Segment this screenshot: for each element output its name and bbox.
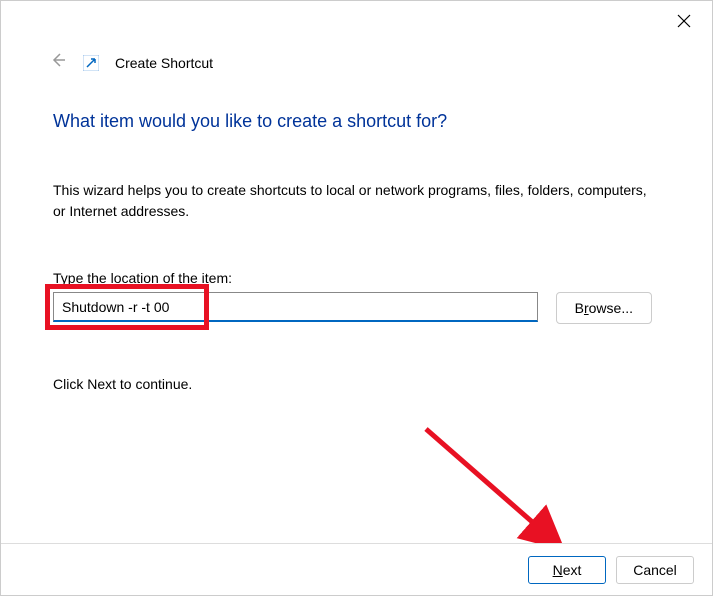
location-input[interactable] xyxy=(53,292,538,322)
wizard-description: This wizard helps you to create shortcut… xyxy=(53,180,652,222)
annotation-arrow xyxy=(416,419,576,559)
wizard-footer: Next Cancel xyxy=(1,543,712,595)
next-button[interactable]: Next xyxy=(528,556,606,584)
continue-instruction: Click Next to continue. xyxy=(53,376,652,392)
shortcut-file-icon xyxy=(83,55,99,71)
cancel-button[interactable]: Cancel xyxy=(616,556,694,584)
browse-button[interactable]: Browse... xyxy=(556,292,652,324)
wizard-header: Create Shortcut xyxy=(49,51,213,74)
back-button[interactable] xyxy=(49,51,67,74)
location-field-label: Type the location of the item: xyxy=(53,270,652,286)
wizard-content: What item would you like to create a sho… xyxy=(53,111,652,392)
close-icon xyxy=(677,14,691,28)
back-arrow-icon xyxy=(49,51,67,69)
wizard-title: Create Shortcut xyxy=(115,55,213,71)
main-heading: What item would you like to create a sho… xyxy=(53,111,652,132)
close-button[interactable] xyxy=(676,13,692,29)
